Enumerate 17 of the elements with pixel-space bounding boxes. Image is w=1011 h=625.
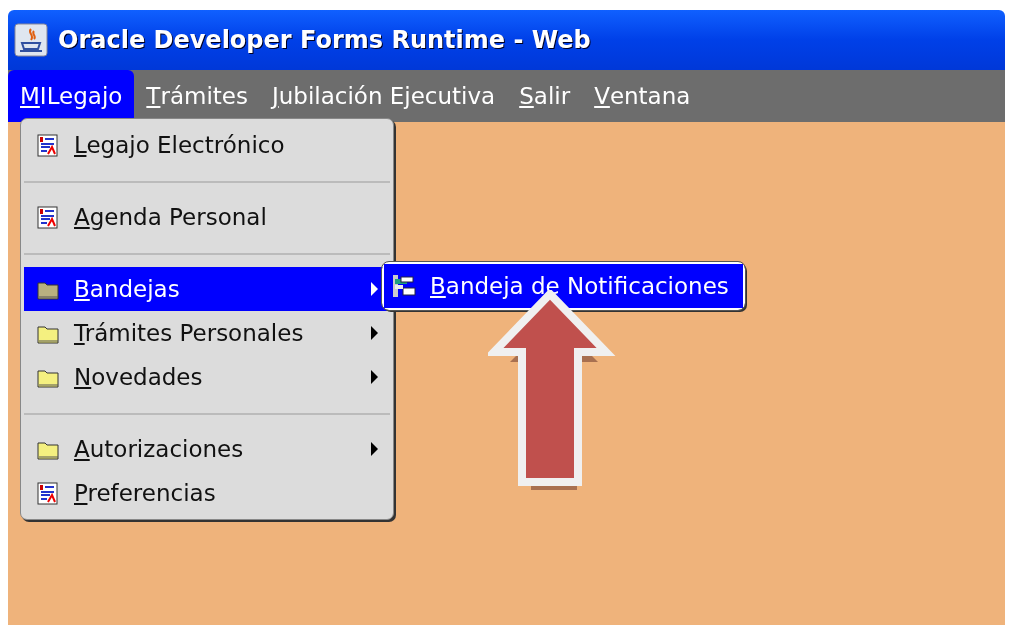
menu-item[interactable]: Salir: [507, 70, 583, 122]
document-icon: [36, 205, 60, 229]
menu-option[interactable]: Legajo Electrónico: [24, 123, 390, 167]
menu-item[interactable]: Ventana: [582, 70, 703, 122]
menu-option[interactable]: Preferencias: [24, 471, 390, 515]
app-icon: [14, 23, 48, 57]
menu-item[interactable]: MILegajo: [8, 70, 135, 122]
menu-item[interactable]: Trámites: [134, 70, 260, 122]
window-title: Oracle Developer Forms Runtime - Web: [58, 26, 591, 54]
menu-option[interactable]: Autorizaciones: [24, 427, 390, 471]
menu-item[interactable]: Jubilación Ejecutiva: [259, 70, 508, 122]
menu-option[interactable]: Agenda Personal: [24, 195, 390, 239]
document-icon: [36, 481, 60, 505]
menu-option[interactable]: Novedades: [24, 355, 390, 399]
tree-list-icon: [392, 274, 416, 298]
menu-option[interactable]: Trámites Personales: [24, 311, 390, 355]
document-icon: [36, 133, 60, 157]
